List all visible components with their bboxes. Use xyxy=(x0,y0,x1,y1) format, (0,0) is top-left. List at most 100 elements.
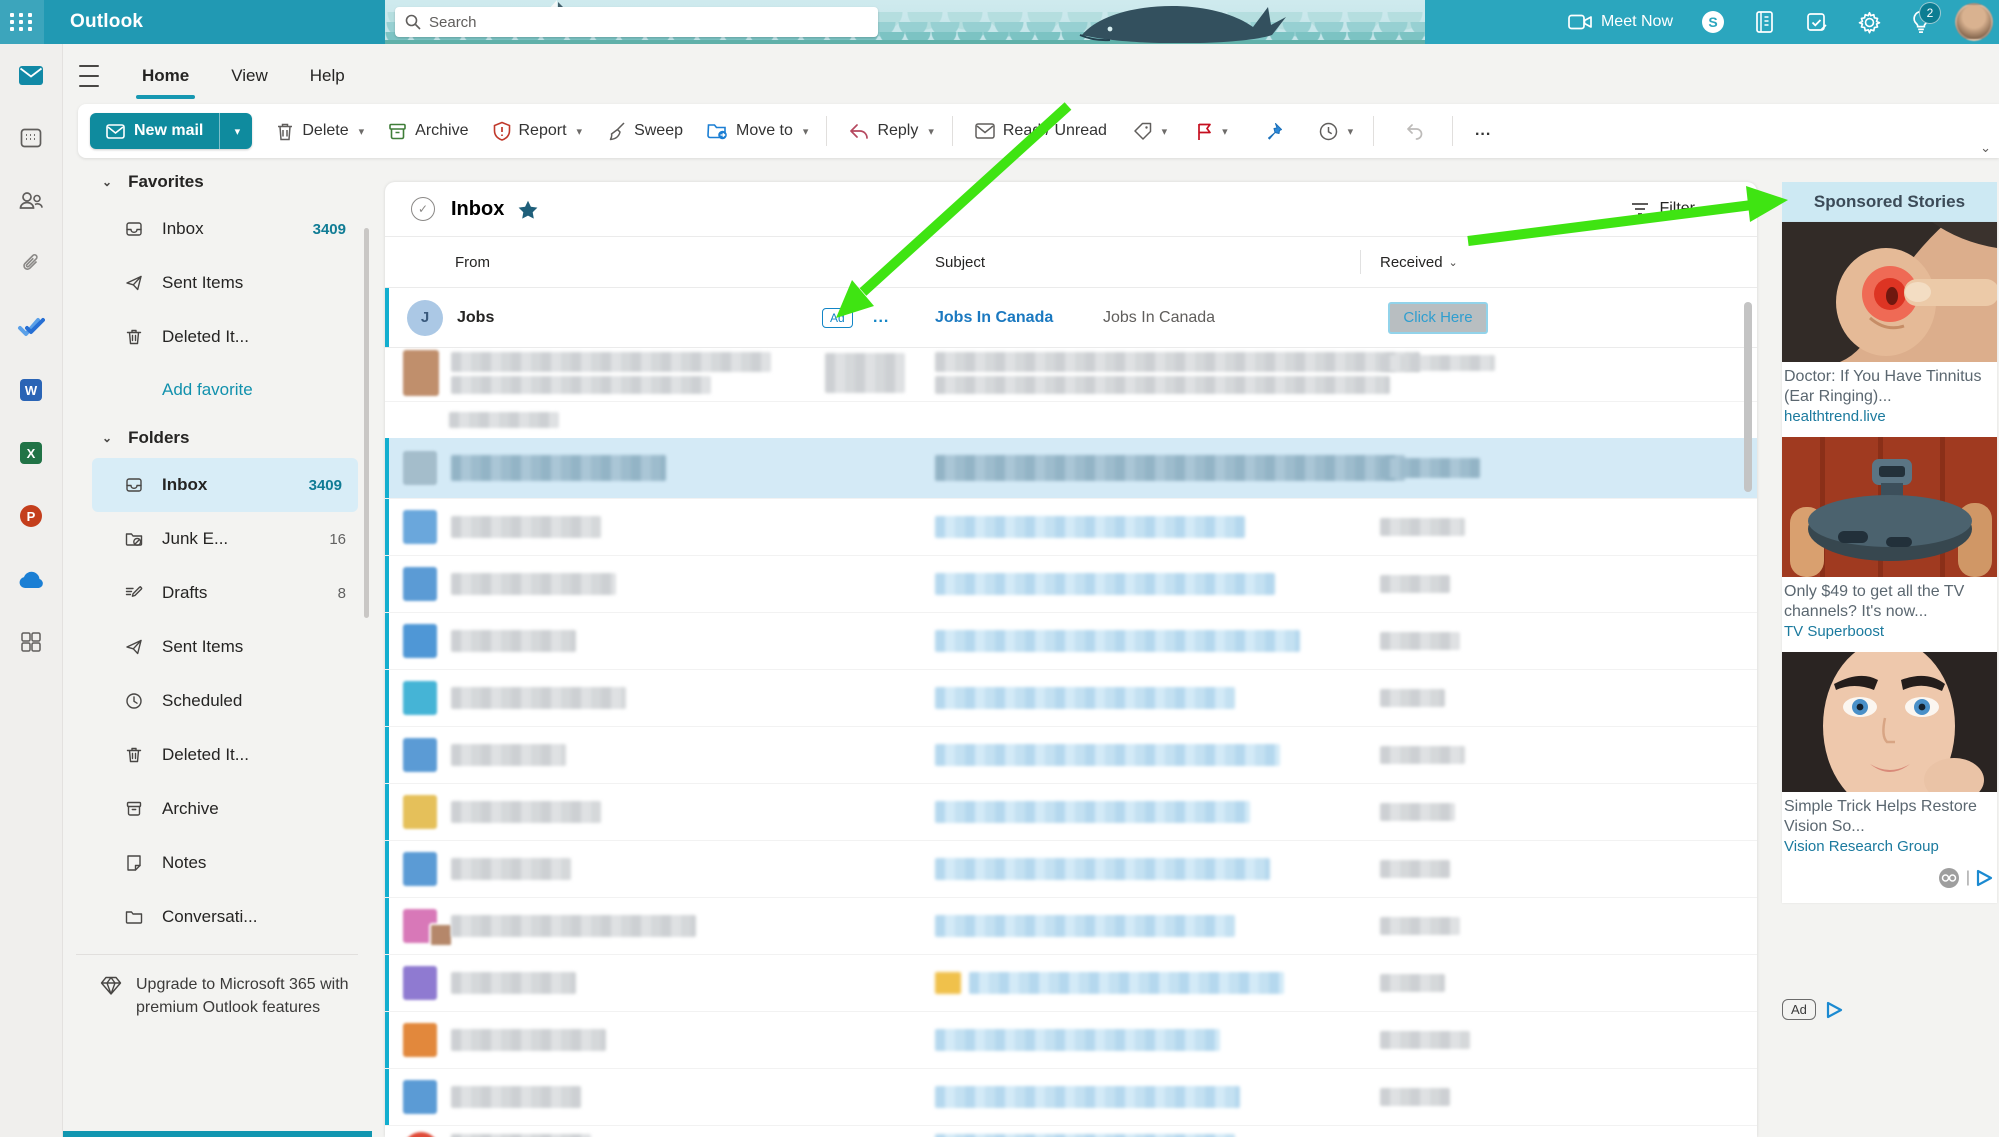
ad-row-subject[interactable]: Jobs In Canada xyxy=(935,309,1053,327)
tab-help[interactable]: Help xyxy=(306,60,349,92)
redacted-email-row[interactable] xyxy=(385,784,1757,841)
sponsored-ad-vision[interactable]: Simple Trick Helps Restore Vision So... … xyxy=(1782,652,1997,867)
search-input[interactable]: Search xyxy=(395,7,878,37)
tab-view[interactable]: View xyxy=(227,60,272,92)
rail-powerpoint-button[interactable]: P xyxy=(14,499,48,533)
tips-button[interactable]: 2 xyxy=(1899,0,1943,44)
folder-pane-scrollbar[interactable] xyxy=(364,228,369,618)
ad-title[interactable]: Doctor: If You Have Tinnitus (Ear Ringin… xyxy=(1782,362,1997,407)
redacted-email-row[interactable] xyxy=(385,499,1757,556)
new-mail-button[interactable]: New mail xyxy=(90,113,219,149)
new-mail-envelope-icon xyxy=(106,124,125,139)
tab-home[interactable]: Home xyxy=(138,60,193,92)
rail-people-button[interactable] xyxy=(14,184,48,218)
rail-calendar-button[interactable] xyxy=(14,121,48,155)
rail-word-button[interactable]: W xyxy=(14,373,48,407)
redacted-email-row[interactable] xyxy=(385,670,1757,727)
column-subject[interactable]: Subject xyxy=(935,254,985,271)
more-options-button[interactable]: ... xyxy=(1465,112,1501,150)
skype-button[interactable]: S xyxy=(1691,0,1735,44)
settings-button[interactable] xyxy=(1847,0,1891,44)
click-here-button[interactable]: Click Here xyxy=(1388,302,1488,334)
ad-provider-icon[interactable] xyxy=(1938,867,1960,889)
snooze-button[interactable]: ▾ xyxy=(1307,112,1365,150)
rail-excel-button[interactable]: X xyxy=(14,436,48,470)
rail-apps-button[interactable] xyxy=(14,625,48,659)
favorites-section-header[interactable]: ⌄ Favorites xyxy=(62,158,372,202)
redacted-email-row[interactable] xyxy=(385,955,1757,1012)
folder-item-archive[interactable]: Archive xyxy=(62,782,372,836)
ad-link[interactable]: TV Superboost xyxy=(1782,622,1997,652)
rail-todo-button[interactable] xyxy=(14,310,48,344)
favorite-item-sent-items[interactable]: Sent Items xyxy=(62,256,372,310)
ad-link[interactable]: Vision Research Group xyxy=(1782,837,1997,867)
adchoices-icon[interactable] xyxy=(1826,1001,1843,1019)
ad-link[interactable]: healthtrend.live xyxy=(1782,407,1997,437)
categorize-button[interactable]: ▾ xyxy=(1121,112,1179,150)
read-unread-button[interactable]: Read / Unread xyxy=(965,112,1117,150)
tips-badge: 2 xyxy=(1919,2,1941,24)
adchoices-icon[interactable] xyxy=(1976,869,1993,887)
folder-item-scheduled[interactable]: Scheduled xyxy=(62,674,372,728)
redacted-email-row[interactable] xyxy=(385,1126,1757,1137)
favorite-star-icon[interactable] xyxy=(518,200,538,219)
new-mail-dropdown[interactable]: ▾ xyxy=(219,113,252,149)
folder-item-inbox[interactable]: Inbox3409 xyxy=(92,458,358,512)
redacted-email-row[interactable] xyxy=(385,1069,1757,1126)
folder-item-sent-items[interactable]: Sent Items xyxy=(62,620,372,674)
folder-item-drafts[interactable]: Drafts8 xyxy=(62,566,372,620)
collapse-ribbon-chevron[interactable]: ⌄ xyxy=(1980,140,1991,156)
ad-title[interactable]: Only $49 to get all the TV channels? It'… xyxy=(1782,577,1997,622)
sweep-button[interactable]: Sweep xyxy=(596,112,693,150)
sponsored-ad-tinnitus[interactable]: Doctor: If You Have Tinnitus (Ear Ringin… xyxy=(1782,222,1997,437)
my-day-button[interactable] xyxy=(1795,0,1839,44)
redacted-email-row[interactable] xyxy=(385,345,1757,402)
ad-title[interactable]: Simple Trick Helps Restore Vision So... xyxy=(1782,792,1997,837)
favorite-item-deleted-it[interactable]: Deleted It... xyxy=(62,310,372,364)
folder-item-notes[interactable]: Notes xyxy=(62,836,372,890)
pin-button[interactable] xyxy=(1245,112,1303,150)
redacted-email-row[interactable] xyxy=(385,727,1757,784)
reply-button[interactable]: Reply▾ xyxy=(839,112,943,150)
folder-item-junk-e[interactable]: Junk E...16 xyxy=(62,512,372,566)
add-favorite-button[interactable]: Add favorite xyxy=(62,364,372,414)
report-button[interactable]: Report▾ xyxy=(483,112,593,150)
delete-button[interactable]: Delete▾ xyxy=(266,112,374,150)
redacted-email-row[interactable] xyxy=(385,556,1757,613)
folder-pane-toggle[interactable] xyxy=(74,61,104,91)
redacted-block xyxy=(451,687,626,709)
rail-onedrive-button[interactable] xyxy=(14,562,48,596)
onenote-feed-button[interactable] xyxy=(1743,0,1787,44)
new-mail-label: New mail xyxy=(134,122,203,140)
favorite-item-inbox[interactable]: Inbox3409 xyxy=(62,202,372,256)
top-bar: Outlook Search Meet Now S xyxy=(0,0,1999,44)
flag-button[interactable]: ▾ xyxy=(1183,112,1241,150)
meet-now-button[interactable]: Meet Now xyxy=(1558,0,1683,44)
select-all-checkbox[interactable]: ✓ xyxy=(411,197,435,221)
filter-button[interactable]: Filter xyxy=(1631,200,1731,218)
folder-item-deleted-it[interactable]: Deleted It... xyxy=(62,728,372,782)
rail-attachments-button[interactable] xyxy=(14,247,48,281)
move-to-button[interactable]: Move to▾ xyxy=(697,112,818,150)
sponsored-ad-email-row[interactable]: J Jobs Ad ... Jobs In Canada Jobs In Can… xyxy=(385,288,1757,348)
sponsored-ad-tv-device[interactable]: Only $49 to get all the TV channels? It'… xyxy=(1782,437,1997,652)
upgrade-banner[interactable]: Upgrade to Microsoft 365 with premium Ou… xyxy=(62,955,372,1019)
column-from[interactable]: From xyxy=(455,254,490,271)
redacted-email-row[interactable] xyxy=(385,841,1757,898)
column-received[interactable]: Received⌄ xyxy=(1380,254,1458,271)
folder-item-conversati[interactable]: Conversati... xyxy=(62,890,372,944)
app-launcher-button[interactable] xyxy=(0,0,44,44)
redacted-email-row[interactable] xyxy=(385,898,1757,955)
folders-section-header[interactable]: ⌄ Folders xyxy=(62,414,372,458)
rail-mail-button[interactable] xyxy=(14,58,48,92)
paperclip-icon xyxy=(19,252,43,276)
new-mail-split-button[interactable]: New mail ▾ xyxy=(90,113,252,149)
redacted-email-row[interactable] xyxy=(385,1012,1757,1069)
archive-button[interactable]: Archive xyxy=(378,112,478,150)
ad-more-options[interactable]: ... xyxy=(873,309,889,327)
redacted-email-row[interactable] xyxy=(385,438,1757,499)
message-list-scrollbar[interactable] xyxy=(1744,302,1752,492)
undo-button[interactable] xyxy=(1386,112,1444,150)
account-avatar[interactable] xyxy=(1955,3,1993,41)
redacted-email-row[interactable] xyxy=(385,613,1757,670)
